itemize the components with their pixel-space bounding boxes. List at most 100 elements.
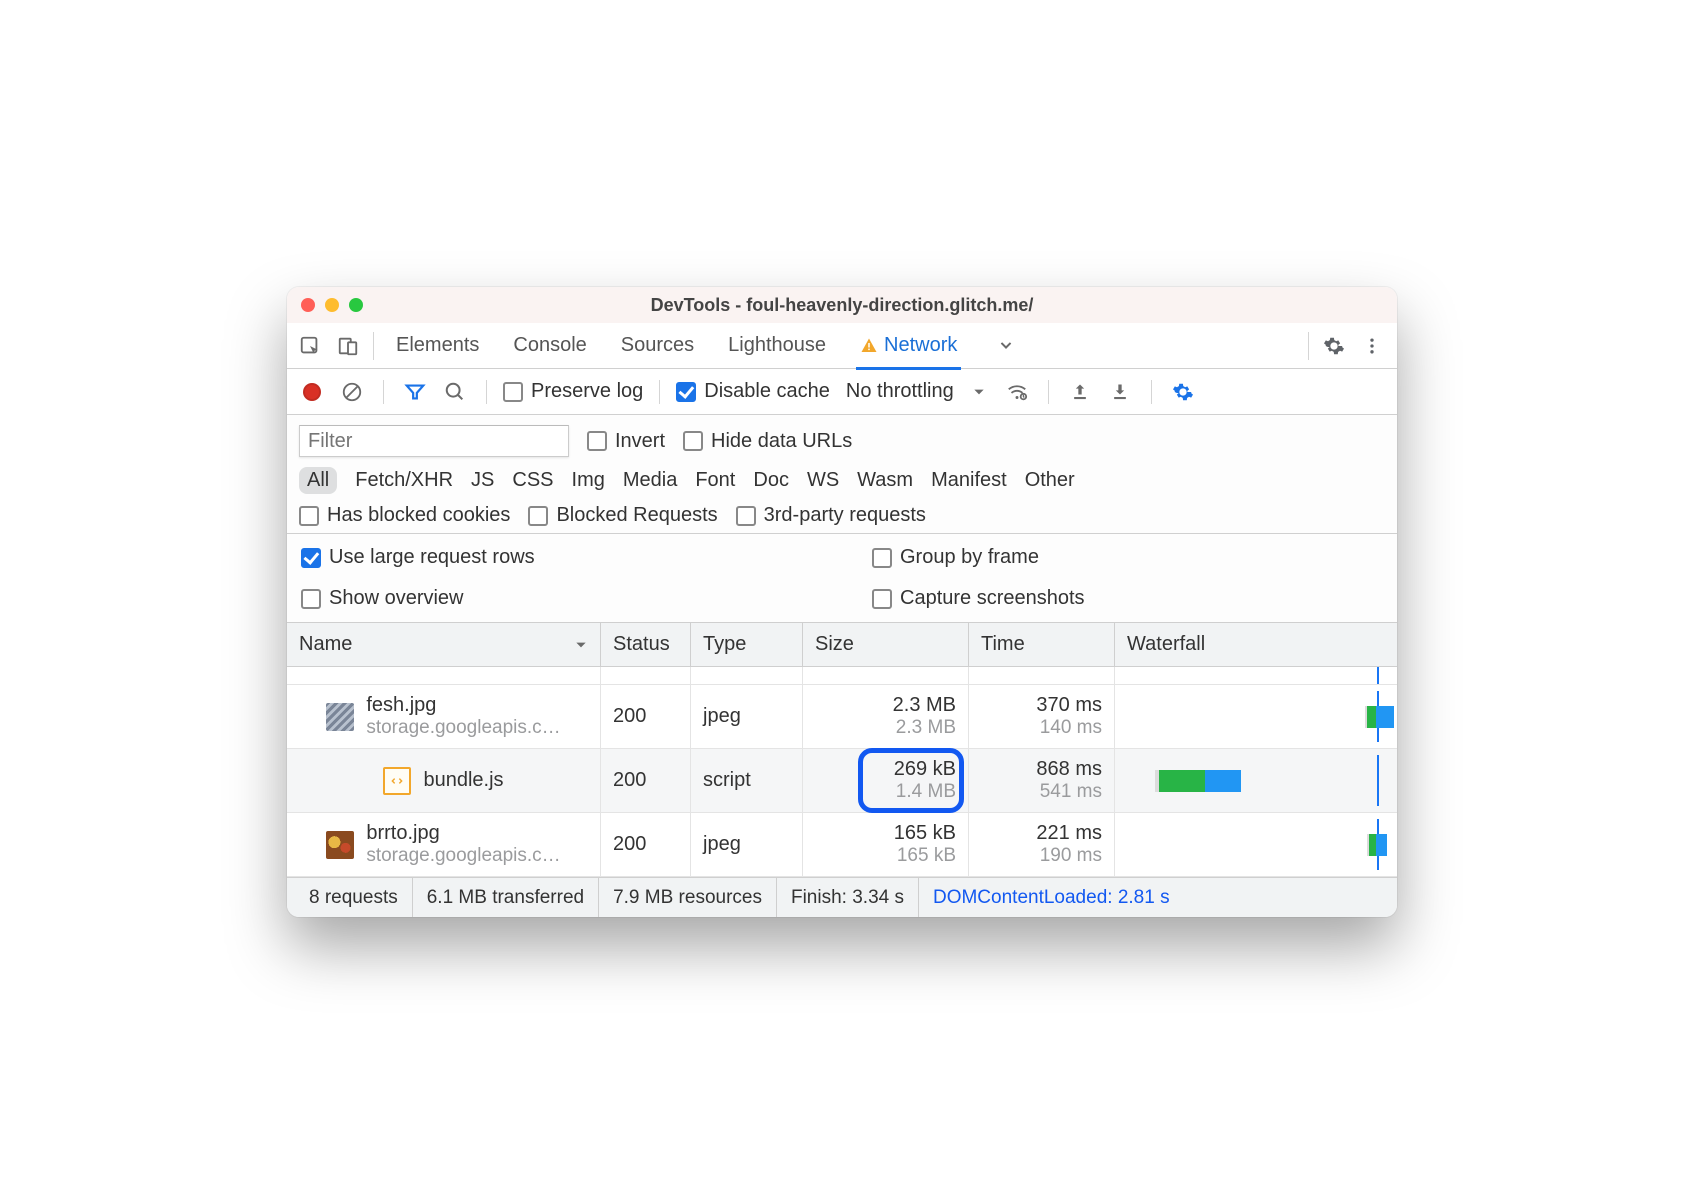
request-name: fesh.jpg	[366, 694, 560, 717]
col-size[interactable]: Size	[803, 623, 969, 666]
hide-data-urls-checkbox[interactable]	[683, 431, 703, 451]
window-title: DevTools - foul-heavenly-direction.glitc…	[287, 295, 1397, 316]
size-transfer: 165 kB	[894, 822, 956, 845]
throttling-select[interactable]: No throttling	[846, 380, 986, 403]
col-type[interactable]: Type	[691, 623, 803, 666]
table-row[interactable]: bundle.js 200 script 269 kB 1.4 MB 868 m…	[287, 749, 1397, 813]
preserve-log-label: Preserve log	[531, 380, 643, 403]
tab-network-label: Network	[884, 334, 957, 357]
throttling-value: No throttling	[846, 380, 954, 403]
chevron-down-icon	[972, 385, 986, 399]
type-filter-fetch-xhr[interactable]: Fetch/XHR	[355, 469, 453, 492]
table-row[interactable]: brrto.jpg storage.googleapis.c… 200 jpeg…	[287, 813, 1397, 877]
invert-toggle[interactable]: Invert	[587, 430, 665, 453]
large-rows-checkbox[interactable]	[301, 548, 321, 568]
has-blocked-cookies-checkbox[interactable]	[299, 506, 319, 526]
request-domain: storage.googleapis.c…	[366, 717, 560, 739]
col-name[interactable]: Name	[287, 623, 601, 666]
third-party-toggle[interactable]: 3rd-party requests	[736, 504, 926, 527]
hide-data-urls-toggle[interactable]: Hide data URLs	[683, 430, 852, 453]
type-filter-js[interactable]: JS	[471, 469, 494, 492]
kebab-menu-icon[interactable]	[1353, 327, 1391, 365]
type-filter-all[interactable]: All	[299, 467, 337, 494]
requests-table: Name Status Type Size Time Waterfall	[287, 623, 1397, 877]
blocked-requests-checkbox[interactable]	[528, 506, 548, 526]
tab-elements[interactable]: Elements	[396, 323, 479, 369]
table-row[interactable]: fesh.jpg storage.googleapis.c… 200 jpeg …	[287, 685, 1397, 749]
has-blocked-cookies-toggle[interactable]: Has blocked cookies	[299, 504, 510, 527]
type-filter-img[interactable]: Img	[572, 469, 605, 492]
devtools-window: DevTools - foul-heavenly-direction.glitc…	[287, 287, 1397, 917]
disable-cache-toggle[interactable]: Disable cache	[676, 380, 830, 403]
clear-button[interactable]	[337, 377, 367, 407]
time-total: 221 ms	[1036, 822, 1102, 845]
filter-icon[interactable]	[400, 377, 430, 407]
table-header: Name Status Type Size Time Waterfall	[287, 623, 1397, 667]
preserve-log-checkbox[interactable]	[503, 382, 523, 402]
status-finish: Finish: 3.34 s	[777, 878, 919, 917]
search-icon[interactable]	[440, 377, 470, 407]
type-filter-css[interactable]: CSS	[512, 469, 553, 492]
type-filter-ws[interactable]: WS	[807, 469, 839, 492]
size-resource: 1.4 MB	[896, 781, 956, 803]
file-thumb-icon	[326, 831, 354, 859]
time-total: 868 ms	[1036, 758, 1102, 781]
size-transfer: 2.3 MB	[893, 694, 956, 717]
has-blocked-cookies-label: Has blocked cookies	[327, 504, 510, 527]
tab-console[interactable]: Console	[513, 323, 586, 369]
capture-screenshots-checkbox[interactable]	[872, 589, 892, 609]
blocked-requests-toggle[interactable]: Blocked Requests	[528, 504, 717, 527]
type-filter-font[interactable]: Font	[695, 469, 735, 492]
tab-sources[interactable]: Sources	[621, 323, 694, 369]
group-by-frame-checkbox[interactable]	[872, 548, 892, 568]
status-domcontentloaded: DOMContentLoaded: 2.81 s	[919, 878, 1184, 917]
type-filter-media[interactable]: Media	[623, 469, 677, 492]
tab-network[interactable]: Network	[860, 323, 957, 369]
waterfall-bar	[1127, 819, 1385, 870]
status-transferred: 6.1 MB transferred	[413, 878, 599, 917]
disable-cache-label: Disable cache	[704, 380, 830, 403]
preserve-log-toggle[interactable]: Preserve log	[503, 380, 643, 403]
traffic-lights	[301, 298, 363, 312]
time-latency: 541 ms	[1040, 781, 1102, 803]
group-by-frame-label: Group by frame	[900, 546, 1039, 569]
record-button[interactable]	[297, 377, 327, 407]
third-party-checkbox[interactable]	[736, 506, 756, 526]
device-toolbar-icon[interactable]	[329, 327, 367, 365]
filter-input[interactable]	[299, 425, 569, 457]
invert-label: Invert	[615, 430, 665, 453]
type-filter-other[interactable]: Other	[1025, 469, 1075, 492]
col-status[interactable]: Status	[601, 623, 691, 666]
status-requests: 8 requests	[295, 878, 413, 917]
col-waterfall[interactable]: Waterfall	[1115, 623, 1397, 666]
type-filter-wasm[interactable]: Wasm	[857, 469, 913, 492]
network-settings-icon[interactable]	[1168, 377, 1198, 407]
settings-gear-icon[interactable]	[1315, 327, 1353, 365]
download-har-icon[interactable]	[1105, 377, 1135, 407]
capture-screenshots-label: Capture screenshots	[900, 587, 1085, 610]
status-bar: 8 requests 6.1 MB transferred 7.9 MB res…	[287, 877, 1397, 917]
main-tabs-row: Elements Console Sources Lighthouse Netw…	[287, 323, 1397, 369]
col-time[interactable]: Time	[969, 623, 1115, 666]
size-resource: 2.3 MB	[896, 717, 956, 739]
script-file-icon	[383, 767, 411, 795]
zoom-window-button[interactable]	[349, 298, 363, 312]
minimize-window-button[interactable]	[325, 298, 339, 312]
network-conditions-icon[interactable]	[1002, 377, 1032, 407]
inspect-element-icon[interactable]	[291, 327, 329, 365]
more-tabs-icon[interactable]	[987, 327, 1025, 365]
show-overview-toggle[interactable]: Show overview	[301, 587, 812, 610]
disable-cache-checkbox[interactable]	[676, 382, 696, 402]
close-window-button[interactable]	[301, 298, 315, 312]
type-filter-doc[interactable]: Doc	[753, 469, 789, 492]
hide-data-urls-label: Hide data URLs	[711, 430, 852, 453]
upload-har-icon[interactable]	[1065, 377, 1095, 407]
tab-lighthouse[interactable]: Lighthouse	[728, 323, 826, 369]
show-overview-checkbox[interactable]	[301, 589, 321, 609]
invert-checkbox[interactable]	[587, 431, 607, 451]
capture-screenshots-toggle[interactable]: Capture screenshots	[872, 587, 1383, 610]
large-rows-toggle[interactable]: Use large request rows	[301, 546, 812, 569]
blocked-requests-label: Blocked Requests	[556, 504, 717, 527]
group-by-frame-toggle[interactable]: Group by frame	[872, 546, 1383, 569]
type-filter-manifest[interactable]: Manifest	[931, 469, 1007, 492]
